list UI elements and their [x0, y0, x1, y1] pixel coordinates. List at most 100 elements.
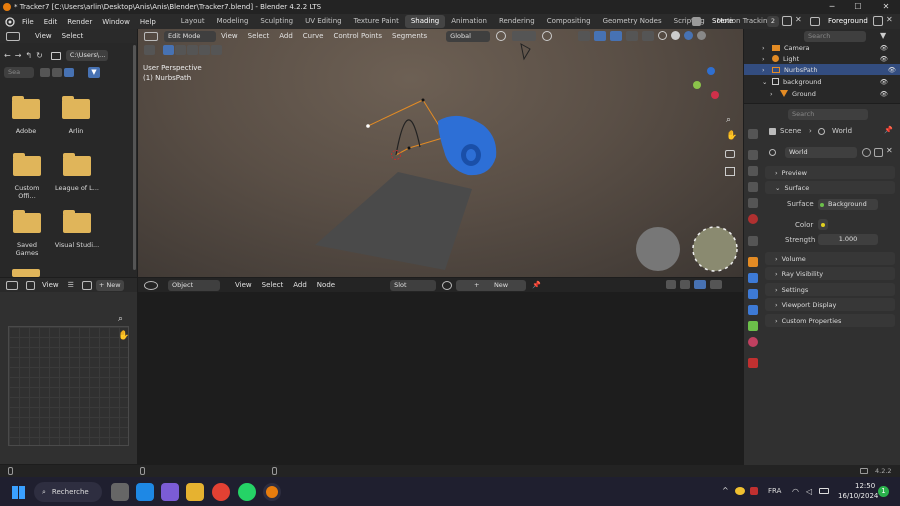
compact-view-icon[interactable]: [52, 68, 62, 77]
tab-geometry-nodes[interactable]: Geometry Nodes: [597, 15, 668, 28]
delete-scene-icon[interactable]: ✕: [795, 15, 802, 24]
world-tab-icon[interactable]: [748, 214, 758, 224]
folder-item[interactable]: Saved Games: [5, 210, 49, 257]
tab-layout[interactable]: Layout: [175, 15, 211, 28]
breadcrumb-world[interactable]: World: [832, 127, 852, 135]
tab-rendering[interactable]: Rendering: [493, 15, 541, 28]
pan-hand-icon[interactable]: ✋: [726, 131, 737, 141]
tab-texture-paint[interactable]: Texture Paint: [348, 15, 405, 28]
tool-tab-icon[interactable]: [748, 129, 758, 139]
maximize-button[interactable]: ☐: [846, 0, 870, 14]
menu-edit[interactable]: Edit: [39, 18, 63, 26]
section-custom-properties[interactable]: › Custom Properties: [765, 314, 895, 327]
chat-icon[interactable]: [161, 483, 179, 501]
object-tab-icon[interactable]: [748, 257, 758, 267]
constraints-tab-icon[interactable]: [748, 321, 758, 331]
taskbar-search[interactable]: ⌕ Recherche: [34, 482, 102, 502]
refresh-icon[interactable]: ↻: [36, 51, 43, 60]
properties-search-input[interactable]: Search: [788, 109, 868, 120]
output-tab-icon[interactable]: [748, 166, 758, 176]
backdrop-icon[interactable]: [666, 280, 676, 289]
tab-uv-editing[interactable]: UV Editing: [299, 15, 348, 28]
outliner-row[interactable]: ⌄ background 👁: [762, 76, 892, 87]
camera-view-icon[interactable]: [725, 150, 735, 158]
parent-dir-icon[interactable]: ↰: [25, 51, 32, 60]
tab-compositing[interactable]: Compositing: [541, 15, 597, 28]
file-view-menu[interactable]: View: [30, 32, 57, 40]
texture-tab-icon[interactable]: [748, 358, 758, 368]
chrome-icon[interactable]: [212, 483, 230, 501]
shader-node-editor[interactable]: Object View Select Add Node Slot + New 📌: [138, 278, 743, 464]
pin-icon[interactable]: 📌: [884, 126, 893, 134]
wifi-icon[interactable]: ◠: [792, 487, 799, 496]
outliner-row[interactable]: › Ground 👁: [762, 88, 892, 99]
section-settings[interactable]: › Settings: [765, 283, 895, 296]
node-overlay-icon[interactable]: [694, 280, 706, 289]
tab-scripting[interactable]: Scripting: [668, 15, 711, 28]
editor-type-icon[interactable]: [6, 31, 20, 41]
tab-shading[interactable]: Shading: [404, 15, 446, 28]
whatsapp-icon[interactable]: [238, 483, 256, 501]
blender-menu-icon[interactable]: [3, 15, 17, 29]
node-add-menu[interactable]: Add: [288, 281, 312, 289]
material-browse-icon[interactable]: [442, 280, 453, 290]
file-scrollbar[interactable]: [133, 45, 136, 270]
shader-type-dropdown[interactable]: Object: [168, 279, 220, 291]
pan-hand-icon[interactable]: ✋: [118, 331, 129, 341]
surface-shader-field[interactable]: Background: [818, 199, 878, 210]
render-tab-icon[interactable]: [748, 150, 758, 160]
task-view-icon[interactable]: [111, 483, 129, 501]
snap-node-icon[interactable]: [680, 280, 690, 289]
strength-field[interactable]: 1.000: [818, 234, 878, 245]
modifier-tab-icon[interactable]: [748, 273, 758, 283]
scene-users-count[interactable]: 2: [767, 16, 779, 27]
navigation-gizmo[interactable]: [691, 65, 731, 105]
menu-help[interactable]: Help: [135, 18, 161, 26]
section-preview[interactable]: › Preview: [765, 166, 895, 179]
gizmo-x-axis[interactable]: [693, 81, 701, 89]
eye-icon[interactable]: 👁: [888, 66, 896, 74]
breadcrumb-scene[interactable]: Scene: [780, 127, 801, 135]
blender-taskbar-icon[interactable]: [263, 483, 281, 501]
outliner-row[interactable]: › Camera 👁: [762, 42, 892, 53]
data-tab-icon[interactable]: [748, 337, 758, 347]
clock-time[interactable]: 12:50: [855, 482, 875, 490]
battery-icon[interactable]: [819, 488, 829, 494]
list-view-icon[interactable]: [40, 68, 50, 77]
pin-icon[interactable]: 📌: [532, 281, 541, 289]
tray-app-icon[interactable]: [750, 487, 758, 495]
scene-tab-icon[interactable]: [748, 198, 758, 208]
menu-file[interactable]: File: [17, 18, 39, 26]
close-button[interactable]: ✕: [874, 0, 898, 14]
folder-item[interactable]: Arlin: [57, 96, 95, 135]
new-material-button[interactable]: + New: [456, 279, 527, 291]
file-search-input[interactable]: Sea: [4, 67, 34, 78]
folder-item[interactable]: Visual Studi...: [54, 210, 100, 249]
perspective-toggle-icon[interactable]: [725, 167, 735, 176]
node-select-menu[interactable]: Select: [257, 281, 289, 289]
language-indicator[interactable]: FRA: [768, 487, 781, 495]
view-layer-name[interactable]: Foreground: [828, 17, 868, 25]
tray-chevron-icon[interactable]: ^: [722, 486, 729, 495]
file-path-field[interactable]: C:\Users\...: [65, 50, 108, 61]
world-name-field[interactable]: World: [785, 147, 857, 158]
back-arrow-icon[interactable]: ←: [4, 51, 11, 60]
slot-dropdown[interactable]: Slot: [390, 279, 437, 291]
file-explorer-icon[interactable]: [186, 483, 204, 501]
weather-icon[interactable]: [735, 487, 745, 495]
node-node-menu[interactable]: Node: [312, 281, 340, 289]
image-browse-icon[interactable]: [81, 280, 92, 290]
new-folder-icon[interactable]: [50, 51, 61, 60]
folder-item[interactable]: Adobe: [7, 96, 45, 135]
new-scene-icon[interactable]: [782, 16, 792, 26]
eye-icon[interactable]: 👁: [880, 55, 888, 63]
notification-badge[interactable]: 1: [878, 486, 889, 497]
delete-view-layer-icon[interactable]: ✕: [886, 15, 893, 24]
minimize-button[interactable]: ─: [820, 0, 844, 14]
clock-date[interactable]: 16/10/2024: [838, 492, 878, 500]
windows-start-icon[interactable]: [12, 486, 25, 499]
eye-icon[interactable]: 👁: [880, 90, 888, 98]
node-gizmo-icon[interactable]: [710, 280, 722, 289]
folder-item[interactable]: Custom Offi...: [5, 153, 49, 200]
editor-type-icon[interactable]: [6, 280, 18, 290]
